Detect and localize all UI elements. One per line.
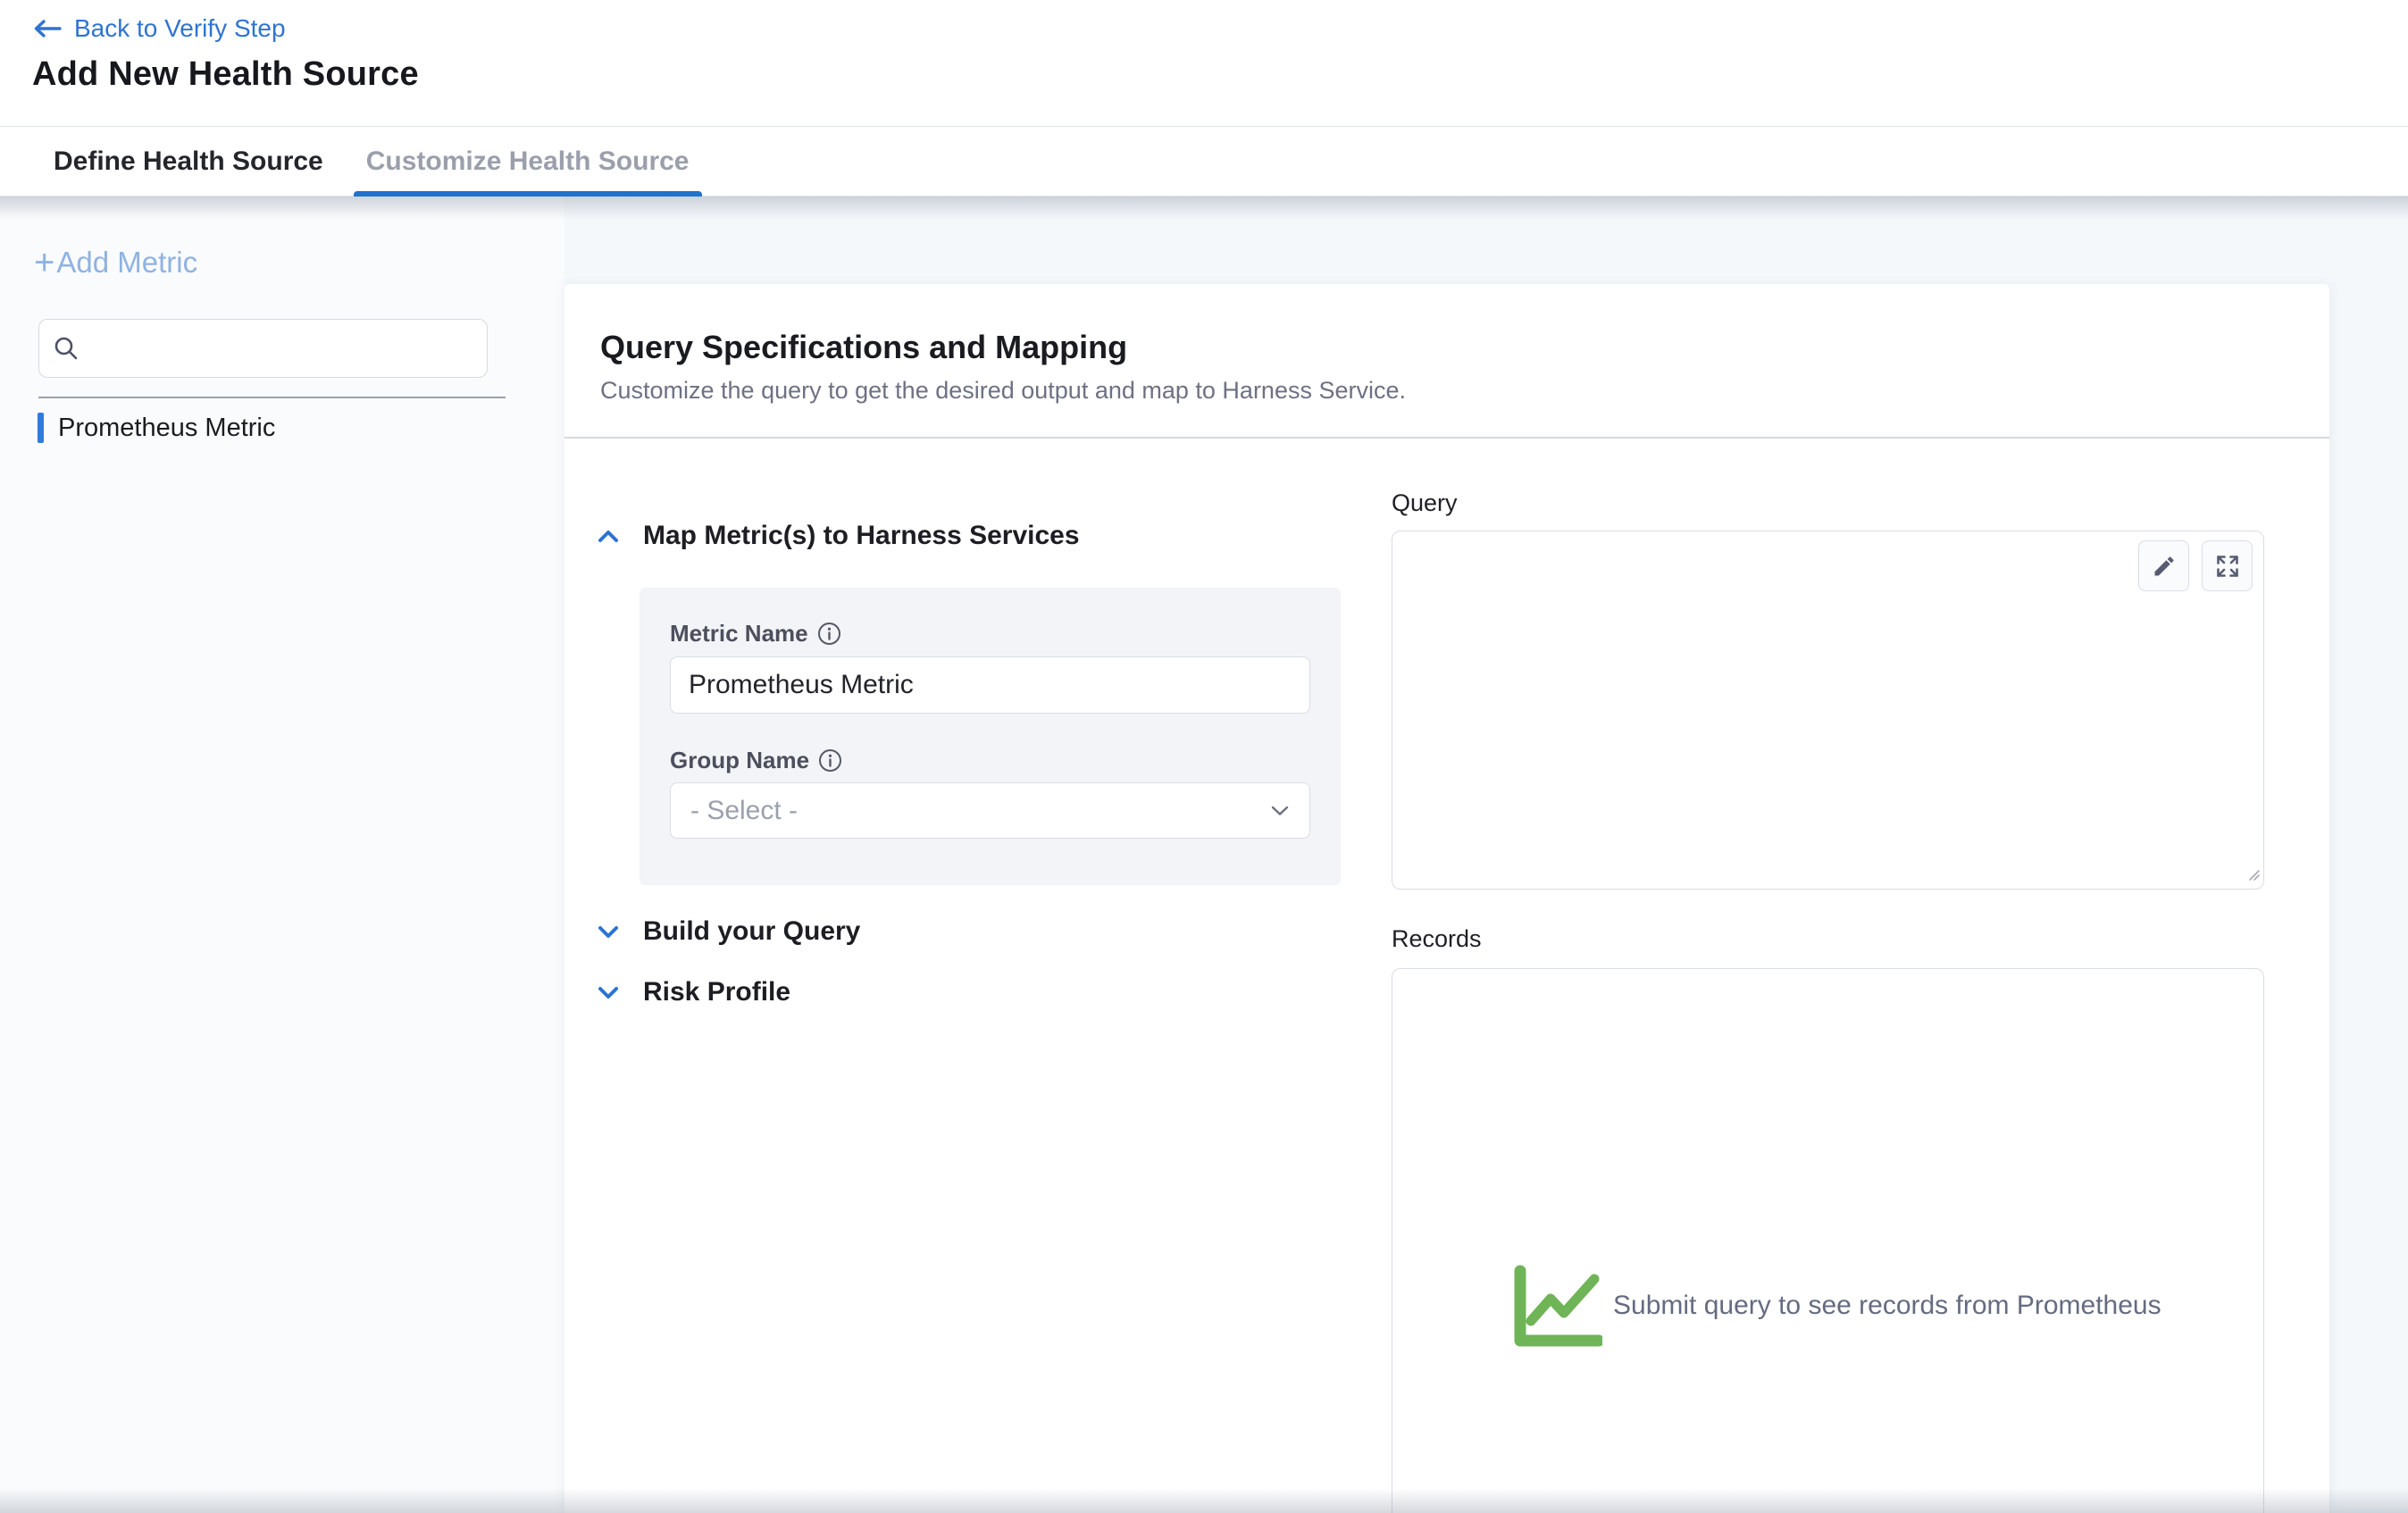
metric-mapping-form: Metric Name Group Name <box>640 588 1341 885</box>
section-build-query-toggle[interactable]: Build your Query <box>597 910 860 953</box>
metric-list-item-prometheus[interactable]: Prometheus Metric <box>38 413 564 443</box>
group-name-label: Group Name <box>670 747 809 774</box>
back-link[interactable]: Back to Verify Step <box>32 14 286 43</box>
metrics-sidebar: + Add Metric Prometheus Metric <box>0 196 564 1513</box>
search-icon <box>53 335 79 366</box>
query-editor-box <box>1392 531 2264 890</box>
query-label: Query <box>1392 489 1458 517</box>
section-map-metrics-toggle[interactable]: Map Metric(s) to Harness Services <box>597 514 1080 557</box>
app-window: Back to Verify Step Add New Health Sourc… <box>0 0 2408 1513</box>
chevron-down-icon <box>597 985 620 1000</box>
query-textarea[interactable] <box>1392 531 2263 889</box>
pencil-icon <box>2152 554 2177 579</box>
page-title: Add New Health Source <box>32 55 419 94</box>
expand-query-button[interactable] <box>2202 540 2253 591</box>
tab-customize-label: Customize Health Source <box>366 146 690 177</box>
metric-item-label: Prometheus Metric <box>58 414 275 443</box>
tab-define-health-source[interactable]: Define Health Source <box>41 127 336 196</box>
add-metric-button[interactable]: + Add Metric <box>34 245 564 280</box>
resize-handle-icon[interactable] <box>2245 865 2261 886</box>
back-arrow-icon <box>32 18 63 39</box>
add-metric-label: Add Metric <box>56 246 197 280</box>
expand-arrows-icon <box>2215 554 2240 579</box>
back-link-label: Back to Verify Step <box>74 14 286 43</box>
info-icon[interactable] <box>818 748 842 773</box>
query-toolbar <box>2138 540 2253 591</box>
records-box: Submit query to see records from Prometh… <box>1392 968 2264 1513</box>
section-risk-profile-toggle[interactable]: Risk Profile <box>597 971 790 1014</box>
section-build-query-title: Build your Query <box>643 916 860 947</box>
line-chart-icon <box>1513 1264 1602 1348</box>
page-header: Back to Verify Step Add New Health Sourc… <box>0 0 2408 127</box>
section-risk-profile-title: Risk Profile <box>643 977 790 1007</box>
records-empty-state: Submit query to see records from Prometh… <box>1513 1264 2161 1348</box>
card-header-divider <box>564 437 2329 439</box>
chevron-down-icon <box>1270 805 1290 816</box>
edit-query-button[interactable] <box>2138 540 2189 591</box>
group-name-label-row: Group Name <box>670 747 1310 774</box>
group-name-placeholder: - Select - <box>690 796 798 826</box>
tab-customize-health-source[interactable]: Customize Health Source <box>354 127 702 196</box>
group-name-select[interactable]: - Select - <box>670 782 1310 839</box>
card-title: Query Specifications and Mapping <box>600 329 1127 366</box>
health-source-tabbar: Define Health Source Customize Health So… <box>0 127 2408 196</box>
records-empty-message: Submit query to see records from Prometh… <box>1613 1291 2161 1321</box>
chevron-up-icon <box>597 529 620 544</box>
card-subtitle: Customize the query to get the desired o… <box>600 377 1406 405</box>
content-area: + Add Metric Prometheus Metric Query <box>0 196 2408 1513</box>
sidebar-divider <box>38 397 506 398</box>
selected-indicator-bar <box>38 413 44 443</box>
tab-define-label: Define Health Source <box>54 146 323 177</box>
section-map-metrics-title: Map Metric(s) to Harness Services <box>643 521 1080 551</box>
metric-search-input[interactable] <box>38 319 488 378</box>
metric-name-label: Metric Name <box>670 620 808 648</box>
metric-search <box>38 319 488 378</box>
records-label: Records <box>1392 925 1482 953</box>
metric-name-label-row: Metric Name <box>670 620 1310 648</box>
chevron-down-icon <box>597 924 620 940</box>
info-icon[interactable] <box>817 622 841 646</box>
metric-name-input[interactable] <box>670 656 1310 714</box>
query-specifications-card: Query Specifications and Mapping Customi… <box>564 284 2329 1513</box>
plus-icon: + <box>34 245 54 280</box>
